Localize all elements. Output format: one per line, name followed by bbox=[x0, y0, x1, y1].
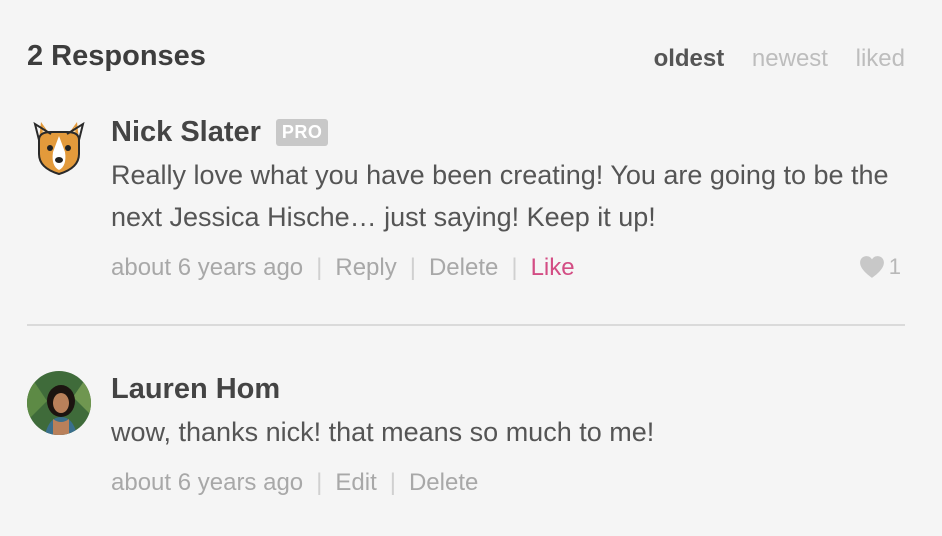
action-separator: | bbox=[316, 254, 323, 281]
reply-button[interactable]: Reply bbox=[335, 254, 396, 281]
pro-badge: PRO bbox=[275, 118, 329, 146]
responses-title: 2 Responses bbox=[27, 40, 206, 72]
edit-button[interactable]: Edit bbox=[335, 469, 376, 496]
comment-actions: about 6 years ago | Edit | Delete bbox=[111, 469, 901, 505]
responses-header: 2 Responses oldest newest liked bbox=[27, 40, 905, 80]
comment-divider bbox=[27, 324, 905, 326]
like-button[interactable]: Like bbox=[531, 254, 575, 281]
user-photo-avatar[interactable] bbox=[27, 371, 91, 435]
comment-author[interactable]: Nick Slater bbox=[111, 116, 261, 149]
comment-author[interactable]: Lauren Hom bbox=[111, 373, 280, 406]
like-count: 1 bbox=[859, 254, 901, 280]
like-count-value: 1 bbox=[888, 254, 901, 279]
heart-icon bbox=[859, 256, 884, 278]
action-separator: | bbox=[409, 254, 416, 281]
sort-newest[interactable]: newest bbox=[752, 45, 828, 72]
corgi-dog-icon[interactable] bbox=[27, 114, 91, 178]
delete-button[interactable]: Delete bbox=[409, 469, 478, 496]
sort-options: oldest newest liked bbox=[633, 45, 905, 73]
sort-oldest[interactable]: oldest bbox=[654, 45, 725, 72]
action-separator: | bbox=[511, 254, 518, 281]
action-separator: | bbox=[389, 469, 396, 496]
comment-text: wow, thanks nick! that means so much to … bbox=[111, 417, 655, 447]
sort-liked[interactable]: liked bbox=[856, 45, 905, 72]
delete-button[interactable]: Delete bbox=[429, 254, 498, 281]
action-separator: | bbox=[316, 469, 323, 496]
comment-timestamp[interactable]: about 6 years ago bbox=[111, 469, 303, 496]
comment-text: Really love what you have been creating!… bbox=[111, 160, 889, 232]
comment-actions: about 6 years ago | Reply | Delete | Like 1 bbox=[111, 254, 901, 290]
comment-timestamp[interactable]: about 6 years ago bbox=[111, 254, 303, 281]
